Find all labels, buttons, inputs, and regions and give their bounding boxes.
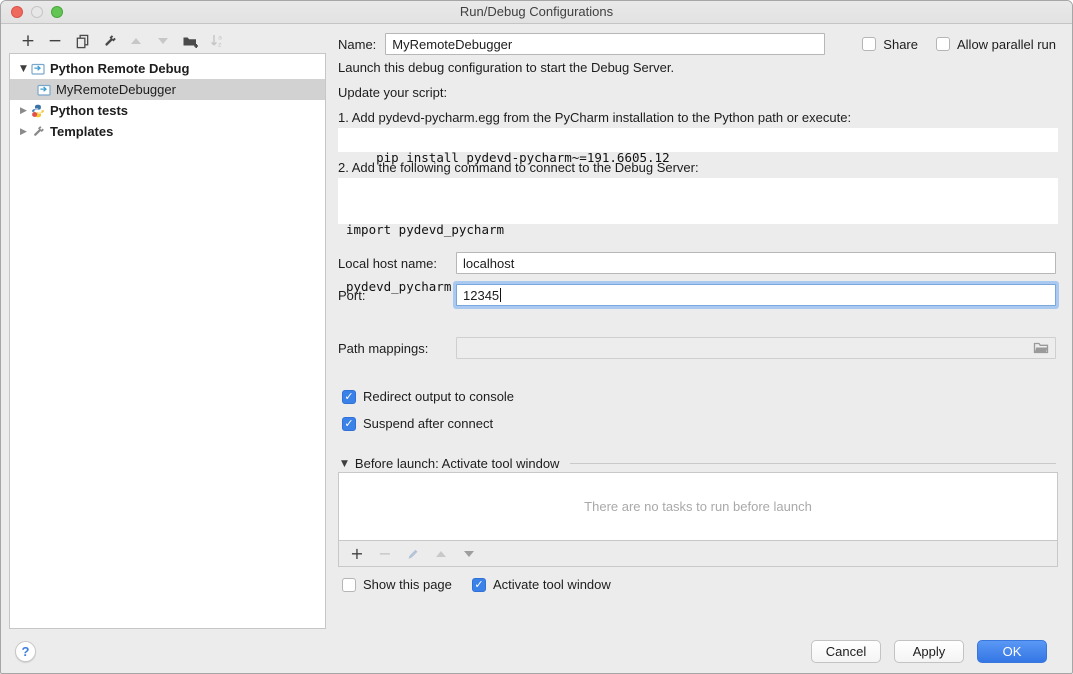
import-line: import pydevd_pycharm: [346, 220, 1050, 239]
remove-configuration-icon[interactable]: −: [47, 33, 63, 49]
redirect-output-label: Redirect output to console: [363, 389, 514, 404]
edit-defaults-wrench-icon[interactable]: [101, 33, 117, 49]
browse-folder-icon[interactable]: [1033, 341, 1049, 355]
suspend-after-connect-checkbox[interactable]: Suspend after connect: [342, 416, 493, 431]
dialog-buttons: Cancel Apply OK: [811, 640, 1047, 663]
port-label: Port:: [338, 288, 456, 303]
tree-toolbar: + − az: [9, 29, 326, 53]
move-task-down-icon[interactable]: [461, 546, 477, 562]
cancel-button[interactable]: Cancel: [811, 640, 881, 663]
svg-text:z: z: [218, 41, 222, 49]
empty-tasks-text: There are no tasks to run before launch: [584, 499, 812, 514]
activate-tool-window-label: Activate tool window: [493, 577, 611, 592]
path-mappings-label: Path mappings:: [338, 341, 456, 356]
help-button[interactable]: ?: [15, 641, 36, 662]
add-configuration-icon[interactable]: +: [20, 33, 36, 49]
window-title: Run/Debug Configurations: [1, 4, 1072, 19]
share-checkbox[interactable]: Share: [862, 37, 918, 52]
activate-tool-window-checkbox-box[interactable]: [472, 578, 486, 592]
allow-parallel-run-checkbox-box[interactable]: [936, 37, 950, 51]
edit-task-pencil-icon[interactable]: [405, 546, 421, 562]
local-host-value: localhost: [463, 256, 514, 271]
move-task-up-icon[interactable]: [433, 546, 449, 562]
header-divider: [570, 463, 1056, 464]
intro-text: Launch this debug configuration to start…: [338, 60, 674, 75]
tree-item-templates[interactable]: ▶ Templates: [10, 121, 325, 142]
settrace-code-block: import pydevd_pycharm pydevd_pycharm.set…: [338, 178, 1058, 224]
text-caret: [500, 288, 501, 302]
pip-install-code-block: pip install pydevd-pycharm~=191.6605.12: [338, 128, 1058, 152]
before-launch-toolbar: + −: [338, 541, 1058, 567]
step2-text: 2. Add the following command to connect …: [338, 160, 699, 175]
before-launch-header[interactable]: ▼ Before launch: Activate tool window: [341, 456, 1056, 471]
allow-parallel-run-checkbox[interactable]: Allow parallel run: [936, 37, 1056, 52]
tree-item-label: Templates: [50, 124, 113, 139]
tree-item-label: Python tests: [50, 103, 128, 118]
collapse-triangle-icon[interactable]: ▼: [341, 459, 348, 469]
allow-parallel-run-label: Allow parallel run: [957, 37, 1056, 52]
port-row: Port: 12345: [338, 284, 1056, 306]
chevron-right-icon[interactable]: ▶: [16, 127, 31, 137]
port-input[interactable]: 12345: [456, 284, 1056, 306]
chevron-right-icon[interactable]: ▶: [16, 106, 31, 116]
move-up-icon[interactable]: [128, 33, 144, 49]
name-row: Name: MyRemoteDebugger Share Allow paral…: [338, 33, 1056, 55]
share-checkbox-box[interactable]: [862, 37, 876, 51]
templates-wrench-icon: [31, 124, 46, 139]
help-question-mark: ?: [22, 644, 30, 659]
local-host-input[interactable]: localhost: [456, 252, 1056, 274]
tree-item-label: MyRemoteDebugger: [56, 82, 176, 97]
python-tests-icon: [31, 103, 46, 118]
local-host-row: Local host name: localhost: [338, 252, 1056, 274]
show-this-page-checkbox-box[interactable]: [342, 578, 356, 592]
remove-task-icon[interactable]: −: [377, 546, 393, 562]
name-input[interactable]: MyRemoteDebugger: [385, 33, 825, 55]
name-value: MyRemoteDebugger: [392, 37, 512, 52]
update-script-text: Update your script:: [338, 85, 447, 100]
share-label: Share: [883, 37, 918, 52]
step1-text: 1. Add pydevd-pycharm.egg from the PyCha…: [338, 110, 851, 125]
tree-item-myremotedebugger[interactable]: MyRemoteDebugger: [10, 79, 325, 100]
move-down-icon[interactable]: [155, 33, 171, 49]
suspend-after-connect-checkbox-box[interactable]: [342, 417, 356, 431]
remote-debug-icon: [31, 61, 46, 76]
tree-item-label: Python Remote Debug: [50, 61, 189, 76]
run-debug-configurations-dialog: Run/Debug Configurations + − az ▼: [0, 0, 1073, 674]
ok-button[interactable]: OK: [977, 640, 1047, 663]
before-launch-tasks-list[interactable]: There are no tasks to run before launch: [338, 472, 1058, 541]
sort-alphabetically-icon[interactable]: az: [209, 33, 225, 49]
port-value: 12345: [463, 288, 499, 303]
add-task-icon[interactable]: +: [349, 546, 365, 562]
path-mappings-input[interactable]: [456, 337, 1056, 359]
title-bar: Run/Debug Configurations: [1, 1, 1072, 24]
path-mappings-row: Path mappings:: [338, 337, 1056, 359]
new-folder-icon[interactable]: [182, 33, 198, 49]
remote-debug-icon: [37, 82, 52, 97]
redirect-output-checkbox-box[interactable]: [342, 390, 356, 404]
before-launch-title: Before launch: Activate tool window: [355, 456, 560, 471]
suspend-after-connect-label: Suspend after connect: [363, 416, 493, 431]
apply-button[interactable]: Apply: [894, 640, 964, 663]
copy-configuration-icon[interactable]: [74, 33, 90, 49]
chevron-down-icon[interactable]: ▼: [16, 64, 31, 74]
redirect-output-checkbox[interactable]: Redirect output to console: [342, 389, 514, 404]
name-label: Name:: [338, 37, 376, 52]
show-this-page-checkbox[interactable]: Show this page: [342, 577, 452, 592]
tree-item-python-remote-debug[interactable]: ▼ Python Remote Debug: [10, 58, 325, 79]
configurations-tree: ▼ Python Remote Debug MyRemoteDebugger ▶…: [9, 53, 326, 629]
show-this-page-label: Show this page: [363, 577, 452, 592]
activate-tool-window-checkbox[interactable]: Activate tool window: [472, 577, 611, 592]
tree-item-python-tests[interactable]: ▶ Python tests: [10, 100, 325, 121]
local-host-label: Local host name:: [338, 256, 456, 271]
